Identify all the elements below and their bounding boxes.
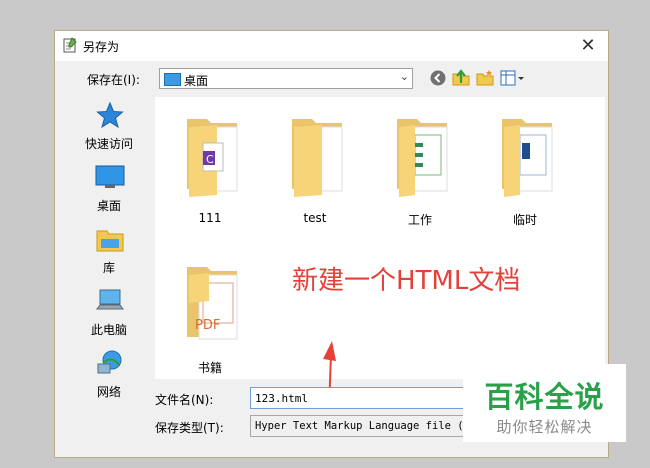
watermark: 百科全说 助你轻松解决 [463,364,626,442]
file-name: 工作 [407,213,432,227]
file-name: test [303,211,327,225]
file-list[interactable]: C 111 test 工作 临时 PDF 书籍 [155,97,605,410]
computer-icon [96,289,124,310]
close-icon: ✕ [580,35,596,56]
folder-item-test[interactable]: test [270,113,360,225]
window-title: 另存为 [83,40,120,54]
places-bar: 快速访问 桌面 库 此电脑 网络 [67,97,151,452]
svg-text:C: C [206,153,214,166]
save-in-label: 保存在(I): [87,73,140,87]
title-bar: 另存为 ✕ [55,31,608,61]
watermark-title: 百科全说 [484,380,605,414]
place-label: 网络 [96,385,121,399]
save-in-dropdown[interactable]: 桌面 ⌄ [159,68,413,89]
folder-item-111[interactable]: C 111 [165,113,255,225]
notepad-icon [63,37,77,53]
annotation-text: 新建一个HTML文档 [292,266,521,296]
pdf-folder-icon: PDF [187,267,238,340]
folder-item-work[interactable]: 工作 [375,113,465,227]
watermark-subtitle: 助你轻松解决 [496,418,593,436]
place-library[interactable]: 库 [67,225,151,283]
folder-item-temp[interactable]: 临时 [480,113,570,227]
place-label: 库 [102,261,115,275]
place-label: 快速访问 [84,137,133,151]
desktop-icon [95,165,125,188]
network-icon [97,350,122,374]
filetype-label: 保存类型(T): [155,421,224,435]
spreadsheet-folder-icon [397,119,448,197]
star-icon [96,101,124,129]
blank-folder-icon [292,119,343,197]
file-name: 书籍 [197,361,222,375]
new-folder-icon[interactable] [476,69,494,87]
chevron-down-icon: ⌄ [399,70,409,83]
svg-text:PDF: PDF [195,318,220,333]
filename-label: 文件名(N): [155,393,214,407]
file-name: 临时 [512,213,537,227]
view-menu-icon[interactable] [500,69,526,87]
place-label: 桌面 [96,199,121,213]
library-icon [96,230,124,252]
close-button[interactable]: ✕ [574,33,602,59]
place-network[interactable]: 网络 [67,349,151,407]
file-name: 111 [198,211,222,225]
up-folder-icon[interactable] [452,69,470,87]
c-file-folder-icon: C [187,119,238,197]
save-in-value: 桌面 [184,74,209,88]
back-icon[interactable] [429,69,447,87]
folder-item-books[interactable]: PDF 书籍 [165,261,255,375]
desktop-folder-icon [164,73,181,86]
place-quick-access[interactable]: 快速访问 [67,101,151,159]
place-label: 此电脑 [90,323,127,337]
document-folder-icon [502,119,553,197]
place-this-pc[interactable]: 此电脑 [67,287,151,345]
place-desktop[interactable]: 桌面 [67,163,151,221]
